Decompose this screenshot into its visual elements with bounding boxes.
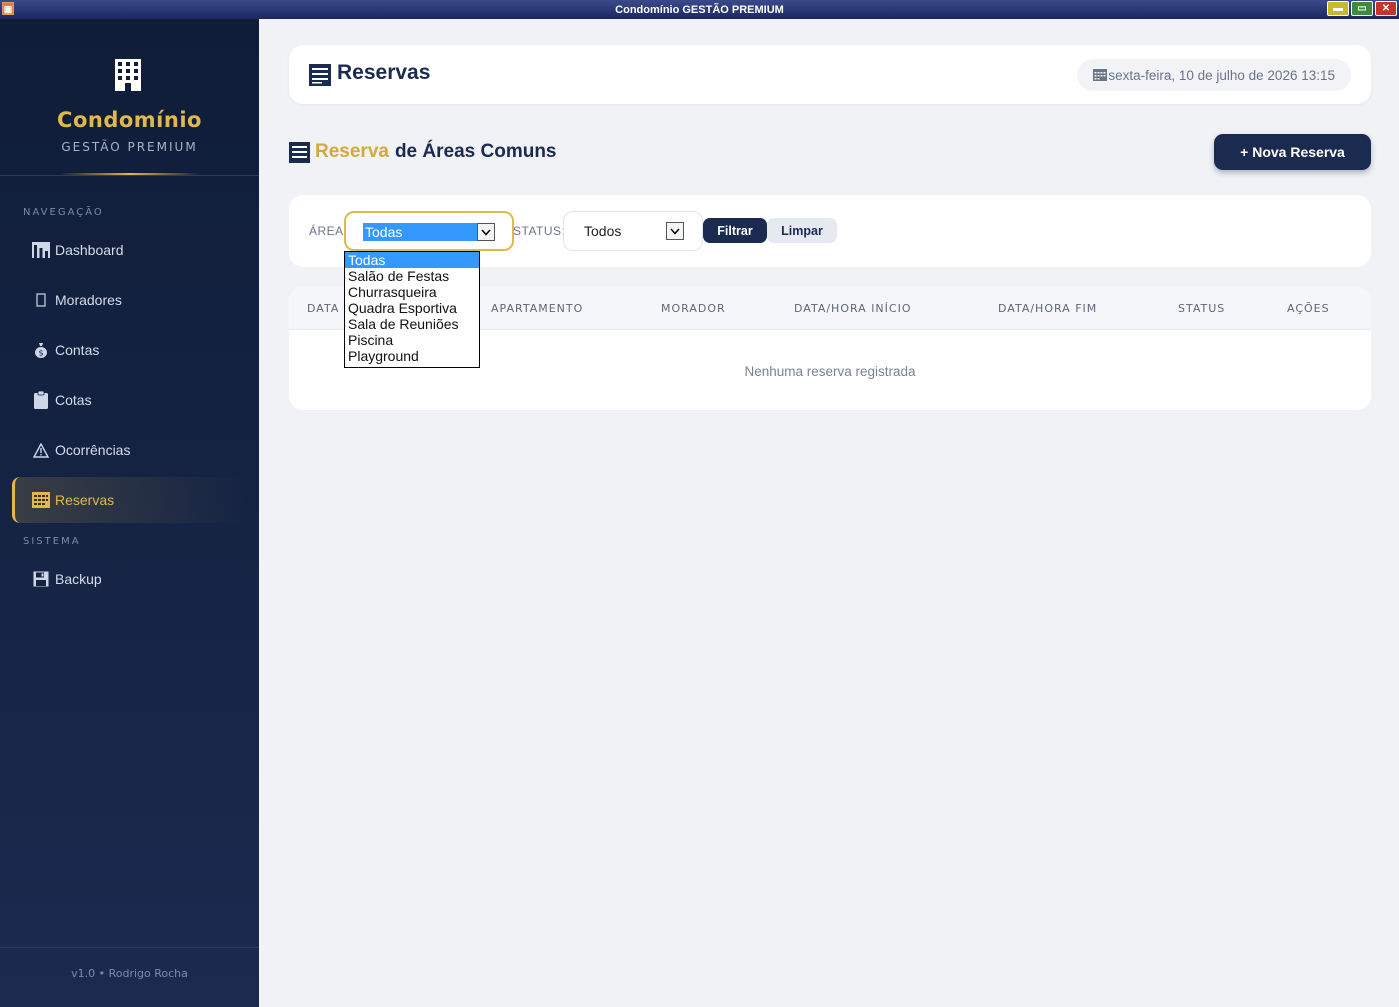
column-header[interactable]: STATUS xyxy=(1178,302,1225,315)
brand-name: Condomínio xyxy=(57,108,202,132)
window-title: Condomínio GESTÃO PREMIUM xyxy=(615,3,784,16)
rectangle-icon xyxy=(32,291,50,309)
sidebar-item-moradores[interactable]: Moradores xyxy=(12,277,248,323)
status-select[interactable]: Todos xyxy=(563,211,703,251)
brand-subtitle: GESTÃO PREMIUM xyxy=(61,140,198,154)
sidebar-item-backup[interactable]: Backup xyxy=(12,556,248,602)
new-reservation-button[interactable]: + Nova Reserva xyxy=(1214,134,1371,170)
dropdown-option[interactable]: Salão de Festas xyxy=(345,268,479,284)
sidebar-item-label: Moradores xyxy=(55,292,122,308)
section-title: Reserva de Áreas Comuns xyxy=(289,141,557,163)
dropdown-option[interactable]: Sala de Reuniões xyxy=(345,316,479,332)
filter-button[interactable]: Filtrar xyxy=(703,218,767,243)
sidebar-footer: v1.0 • Rodrigo Rocha xyxy=(0,947,259,1007)
date-text: sexta-feira, 10 de julho de 2026 13:15 xyxy=(1108,67,1335,83)
calendar-icon xyxy=(32,491,50,509)
money-bag-icon: $ xyxy=(32,341,50,359)
sidebar-item-label: Reservas xyxy=(55,492,115,508)
area-dropdown-list[interactable]: Todas Salão de Festas Churrasqueira Quad… xyxy=(344,251,480,368)
system-section-label: SISTEMA xyxy=(23,536,81,547)
column-header[interactable]: AÇÕES xyxy=(1287,302,1330,315)
sidebar-item-dashboard[interactable]: Dashboard xyxy=(12,227,248,273)
dropdown-option[interactable]: Playground xyxy=(345,348,479,364)
page-title: Reservas xyxy=(337,61,431,84)
building-icon xyxy=(115,59,141,91)
app-icon[interactable]: ▣ xyxy=(2,2,14,15)
window-titlebar: ▣ Condomínio GESTÃO PREMIUM ▬ ▭ ✕ xyxy=(0,0,1399,19)
status-select-value: Todos xyxy=(584,223,622,239)
sidebar-item-label: Dashboard xyxy=(55,242,124,258)
svg-text:$: $ xyxy=(38,349,43,358)
maximize-button[interactable]: ▭ xyxy=(1351,1,1373,16)
chevron-down-icon[interactable] xyxy=(666,222,684,240)
area-label: ÁREA: xyxy=(309,224,348,238)
sidebar-item-label: Contas xyxy=(55,342,100,358)
close-button[interactable]: ✕ xyxy=(1375,1,1397,16)
sidebar: Condomínio GESTÃO PREMIUM NAVEGAÇÃO Dash… xyxy=(0,19,259,1007)
page-header: Reservas sexta-feira, 10 de julho de 202… xyxy=(289,45,1371,104)
column-header[interactable]: DATA xyxy=(307,302,339,315)
section-title-rest: de Áreas Comuns xyxy=(394,141,557,162)
area-select-value: Todas xyxy=(363,223,477,241)
column-header[interactable]: APARTAMENTO xyxy=(491,302,583,315)
clear-button[interactable]: Limpar xyxy=(767,218,837,243)
floppy-icon xyxy=(32,570,50,588)
date-display: sexta-feira, 10 de julho de 2026 13:15 xyxy=(1077,59,1351,91)
brand-divider xyxy=(60,173,200,175)
sidebar-item-reservas[interactable]: Reservas xyxy=(12,477,248,523)
brand: Condomínio GESTÃO PREMIUM xyxy=(0,19,259,176)
column-header[interactable]: MORADOR xyxy=(661,302,726,315)
dropdown-option[interactable]: Quadra Esportiva xyxy=(345,300,479,316)
sidebar-item-label: Backup xyxy=(55,571,102,587)
sidebar-item-ocorrencias[interactable]: Ocorrências xyxy=(12,427,248,473)
area-select[interactable]: Todas xyxy=(344,211,514,251)
document-icon xyxy=(289,141,310,163)
sidebar-item-label: Cotas xyxy=(55,392,92,408)
section-title-accent: Reserva xyxy=(315,141,389,162)
clipboard-icon xyxy=(32,391,50,409)
status-label: STATUS: xyxy=(513,224,566,238)
minimize-button[interactable]: ▬ xyxy=(1327,1,1349,16)
dropdown-option[interactable]: Todas xyxy=(345,252,479,268)
nav-section-label: NAVEGAÇÃO xyxy=(23,207,104,218)
column-header[interactable]: DATA/HORA FIM xyxy=(998,302,1097,315)
column-header[interactable]: DATA/HORA INÍCIO xyxy=(794,302,912,315)
calendar-icon xyxy=(1093,69,1108,81)
dropdown-option[interactable]: Piscina xyxy=(345,332,479,348)
sidebar-item-cotas[interactable]: Cotas xyxy=(12,377,248,423)
chevron-down-icon[interactable] xyxy=(477,223,495,241)
document-icon xyxy=(309,64,331,86)
warning-icon xyxy=(32,441,50,459)
sidebar-item-contas[interactable]: $ Contas xyxy=(12,327,248,373)
sidebar-item-label: Ocorrências xyxy=(55,442,131,458)
chart-icon xyxy=(32,241,50,259)
dropdown-option[interactable]: Churrasqueira xyxy=(345,284,479,300)
